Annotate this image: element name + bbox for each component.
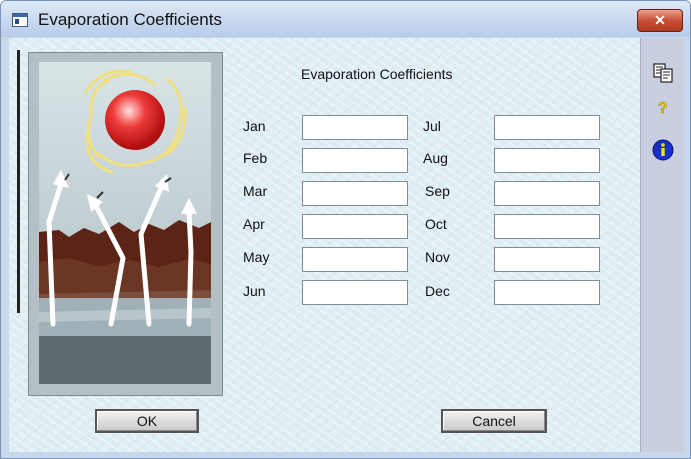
label-aug: Aug bbox=[423, 150, 448, 166]
jun-field[interactable] bbox=[302, 280, 408, 305]
window-title: Evaporation Coefficients bbox=[38, 10, 222, 29]
label-may: May bbox=[243, 249, 270, 265]
label-nov: Nov bbox=[425, 249, 450, 265]
evaporation-illustration bbox=[28, 52, 223, 396]
feb-field[interactable] bbox=[302, 148, 408, 173]
dialog-window: Evaporation Coefficients ✕ Evaporation C… bbox=[0, 0, 691, 459]
app-icon bbox=[12, 13, 28, 27]
form-heading: Evaporation Coefficients bbox=[301, 66, 453, 82]
cancel-button[interactable]: Cancel bbox=[441, 409, 547, 433]
copy-icon[interactable] bbox=[641, 60, 684, 86]
jan-field[interactable] bbox=[302, 115, 408, 140]
label-mar: Mar bbox=[243, 183, 268, 199]
label-jan: Jan bbox=[243, 118, 266, 134]
label-dec: Dec bbox=[425, 283, 450, 299]
mar-field[interactable] bbox=[302, 181, 408, 206]
svg-text:?: ? bbox=[658, 100, 668, 116]
label-jul: Jul bbox=[423, 118, 441, 134]
dec-field[interactable] bbox=[494, 280, 600, 305]
info-icon[interactable] bbox=[641, 137, 684, 163]
sun-icon bbox=[105, 90, 165, 150]
nov-field[interactable] bbox=[494, 247, 600, 272]
apr-field[interactable] bbox=[302, 214, 408, 239]
may-field[interactable] bbox=[302, 247, 408, 272]
jul-field[interactable] bbox=[494, 115, 600, 140]
close-icon: ✕ bbox=[654, 12, 666, 28]
aug-field[interactable] bbox=[494, 148, 600, 173]
sep-field[interactable] bbox=[494, 181, 600, 206]
title-bar[interactable]: Evaporation Coefficients ✕ bbox=[1, 1, 690, 37]
ok-button[interactable]: OK bbox=[95, 409, 199, 433]
dialog-body: Evaporation Coefficients Jan Feb Mar Apr… bbox=[9, 38, 684, 452]
help-question-icon[interactable]: ? bbox=[641, 94, 684, 120]
side-toolbar: ? bbox=[640, 38, 684, 452]
label-oct: Oct bbox=[425, 216, 447, 232]
label-sep: Sep bbox=[425, 183, 450, 199]
label-apr: Apr bbox=[243, 216, 265, 232]
oct-field[interactable] bbox=[494, 214, 600, 239]
label-feb: Feb bbox=[243, 150, 268, 166]
close-button[interactable]: ✕ bbox=[637, 9, 683, 32]
label-jun: Jun bbox=[243, 283, 266, 299]
left-divider bbox=[17, 50, 20, 313]
